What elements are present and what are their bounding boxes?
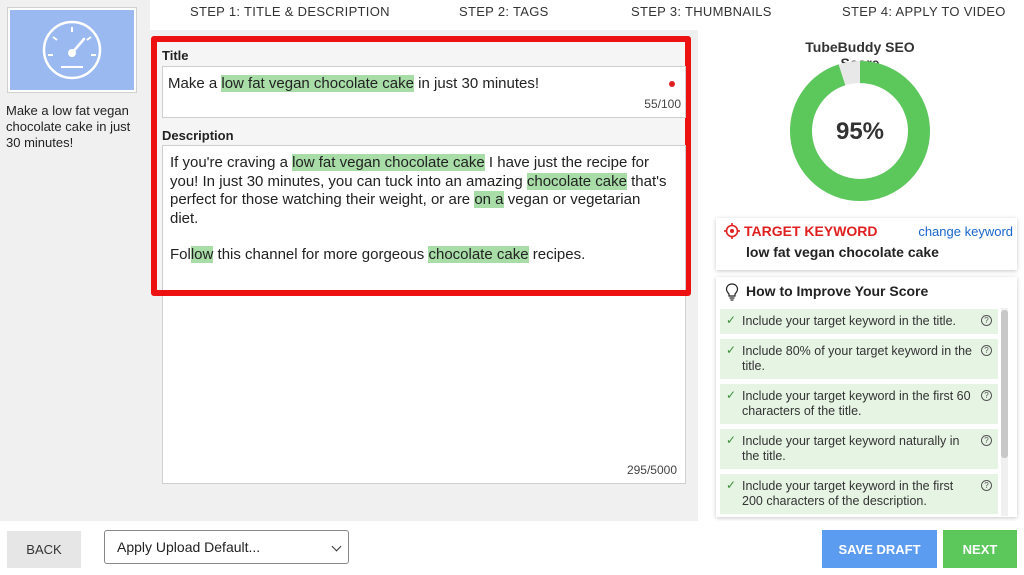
keyword-highlight: on a (474, 191, 504, 208)
step-name: THUMBNAILS (684, 4, 772, 19)
list-item: ✓ Include 80% of your target keyword in t… (720, 338, 998, 379)
next-button[interactable]: NEXT (943, 530, 1017, 568)
change-keyword-link[interactable]: change keyword (918, 224, 1013, 239)
target-keyword-value: low fat vegan chocolate cake (746, 244, 939, 260)
check-icon: ✓ (726, 477, 737, 492)
keyword-highlight: chocolate cake (526, 172, 627, 190)
speedometer-icon (42, 20, 102, 80)
step-label: STEP 4: (842, 4, 893, 19)
list-item: ✓ Include your target keyword in the titl… (720, 309, 998, 334)
improve-score-card: How to Improve Your Score ✓ Include your … (716, 277, 1017, 517)
tab-tags[interactable]: STEP 2: TAGS (459, 4, 549, 19)
help-icon[interactable]: ? (981, 344, 992, 356)
tab-apply-to-video[interactable]: STEP 4: APPLY TO VIDEO (842, 4, 1006, 19)
help-icon[interactable]: ? (981, 389, 992, 401)
description-input[interactable]: If you're craving a low fat vegan chocol… (162, 145, 686, 290)
back-button[interactable]: BACK (7, 531, 81, 568)
description-field-lower[interactable]: 295/5000 (162, 290, 686, 484)
step-label: STEP 3: (631, 4, 682, 19)
list-item: ✓ Include your target keyword in the firs… (720, 383, 998, 424)
tab-thumbnails[interactable]: STEP 3: THUMBNAILS (631, 4, 772, 19)
description-paragraph: Follow this channel for more gorgeous ch… (170, 246, 586, 263)
help-icon[interactable]: ? (981, 315, 992, 326)
description-char-count: 295/5000 (626, 463, 677, 477)
title-label: Title (162, 48, 189, 63)
description-paragraph: If you're craving a low fat vegan chocol… (170, 154, 667, 227)
step-name: APPLY TO VIDEO (895, 4, 1006, 19)
seo-score-value: 95% (836, 118, 884, 145)
step-name: TITLE & DESCRIPTION (243, 4, 390, 19)
step-label: STEP 2: (459, 4, 510, 19)
list-item: ✓ Include your target keyword in the firs… (720, 473, 998, 514)
target-keyword-label: TARGET KEYWORD (744, 223, 878, 239)
help-icon[interactable]: ? (981, 479, 992, 491)
keyword-highlight: chocolate cake (428, 246, 529, 263)
video-title-preview: Make a low fat vegan chocolate cake in j… (6, 103, 131, 150)
check-icon: ✓ (726, 432, 737, 447)
tips-scrollbar-thumb[interactable] (1001, 310, 1008, 458)
keyword-highlight: low fat vegan chocolate cake (221, 75, 414, 92)
help-icon[interactable]: ? (981, 434, 992, 446)
title-text: Make a low fat vegan chocolate cake in j… (168, 75, 540, 92)
spellcheck-dot (669, 81, 675, 87)
keyword-highlight: low (190, 246, 214, 263)
improve-tips-list: ✓ Include your target keyword in the titl… (720, 309, 1000, 515)
video-thumbnail[interactable] (8, 8, 136, 92)
upload-default-select[interactable]: Apply Upload Default... (104, 530, 349, 564)
tubebuddy-editor: Make a low fat vegan chocolate cake in j… (0, 0, 1024, 575)
target-icon (724, 223, 740, 239)
target-keyword-card: TARGET KEYWORD change keyword low fat ve… (716, 218, 1017, 270)
lightbulb-icon (725, 283, 739, 301)
list-item: ✓ Include your target keyword naturally i… (720, 428, 998, 469)
select-value: Apply Upload Default... (117, 539, 261, 555)
check-icon: ✓ (726, 313, 737, 327)
description-label: Description (162, 128, 234, 143)
check-icon: ✓ (726, 387, 737, 402)
step-label: STEP 1: (190, 4, 241, 19)
step-name: TAGS (512, 4, 549, 19)
seo-score-donut: 95% (790, 61, 930, 201)
title-char-count: 55/100 (644, 97, 681, 111)
keyword-highlight: low fat vegan chocolate cake (292, 154, 485, 171)
improve-score-title: How to Improve Your Score (746, 283, 929, 299)
title-input[interactable]: Make a low fat vegan chocolate cake in j… (162, 66, 686, 118)
chevron-down-icon (331, 541, 342, 552)
tab-title-description[interactable]: STEP 1: TITLE & DESCRIPTION (190, 4, 390, 19)
check-icon: ✓ (726, 342, 737, 357)
save-draft-button[interactable]: SAVE DRAFT (822, 530, 937, 568)
description-text: If you're craving a low fat vegan chocol… (170, 154, 670, 283)
